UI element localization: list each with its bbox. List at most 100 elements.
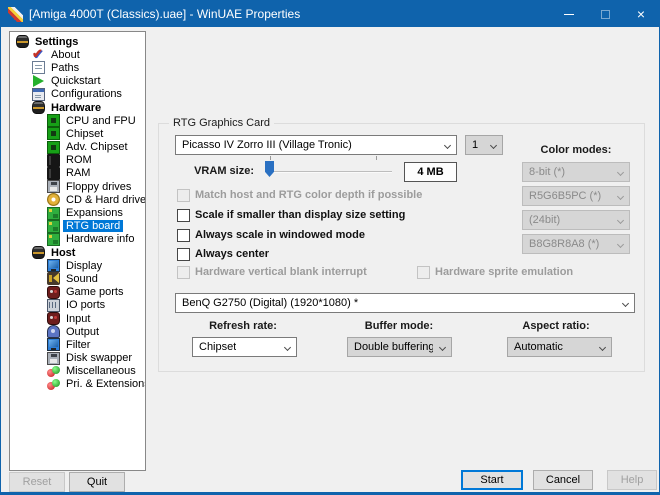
aspect-ratio-select[interactable]: Automatic	[507, 337, 612, 357]
output-icon	[47, 325, 60, 338]
checkbox-hardware-sprite-emulation: Hardware sprite emulation	[417, 265, 573, 279]
checkbox-label: Hardware vertical blank interrupt	[195, 266, 367, 278]
sidebar-item-label: CD & Hard drives	[63, 194, 146, 206]
minimize-icon	[564, 14, 574, 15]
checkbox-box	[177, 266, 190, 279]
chevron-down-icon	[622, 300, 629, 307]
checkbox-box[interactable]	[177, 209, 190, 222]
sidebar-item-sound[interactable]: Sound	[10, 272, 145, 285]
monitor-icon	[47, 338, 60, 351]
titlebar: [Amiga 4000T (Classics).uae] - WinUAE Pr…	[1, 1, 659, 27]
refresh-rate-select[interactable]: Chipset	[192, 337, 297, 357]
checkbox-label: Always center	[195, 248, 269, 260]
color-mode-value: 8-bit (*)	[529, 166, 565, 178]
sidebar-item-cpu-and-fpu[interactable]: CPU and FPU	[10, 114, 145, 127]
sidebar-item-about[interactable]: About	[10, 48, 145, 61]
checkbox-box[interactable]	[177, 248, 190, 261]
balls-icon	[47, 365, 60, 378]
sidebar-item-host[interactable]: Host	[10, 246, 145, 259]
start-button[interactable]: Start	[461, 470, 523, 490]
chevron-down-icon	[617, 169, 624, 176]
card-number-select[interactable]: 1	[465, 135, 503, 155]
sidebar-item-filter[interactable]: Filter	[10, 338, 145, 351]
sidebar-item-label: Hardware	[48, 102, 104, 114]
checkbox-label: Always scale in windowed mode	[195, 229, 365, 241]
chevron-down-icon	[490, 142, 497, 149]
sidebar-item-label: Paths	[48, 62, 82, 74]
sidebar-item-quickstart[interactable]: Quickstart	[10, 75, 145, 88]
sidebar-item-configurations[interactable]: Configurations	[10, 88, 145, 101]
color-mode-value: B8G8R8A8 (*)	[529, 238, 599, 250]
sidebar-item-pri-extensions[interactable]: Pri. & Extensions	[10, 378, 145, 391]
reset-button: Reset	[9, 472, 65, 492]
sidebar-item-floppy-drives[interactable]: Floppy drives	[10, 180, 145, 193]
monitor-icon	[47, 259, 60, 272]
sidebar-item-label: Input	[63, 313, 93, 325]
graphics-card-value: Picasso IV Zorro III (Village Tronic)	[182, 139, 352, 151]
color-mode-select-24bit: (24bit)	[522, 210, 630, 230]
sidebar-item-miscellaneous[interactable]: Miscellaneous	[10, 365, 145, 378]
color-mode-select-b8g8r8a8: B8G8R8A8 (*)	[522, 234, 630, 254]
checkbox-hardware-vertical-blank-interrupt: Hardware vertical blank interrupt	[177, 265, 367, 279]
vram-slider-track[interactable]	[266, 171, 392, 173]
close-button[interactable]: ×	[623, 1, 659, 27]
sidebar-item-label: Display	[63, 260, 105, 272]
card-number-value: 1	[472, 139, 478, 151]
sidebar-item-chipset[interactable]: Chipset	[10, 127, 145, 140]
buffer-mode-select[interactable]: Double buffering	[347, 337, 452, 357]
sidebar-item-game-ports[interactable]: Game ports	[10, 286, 145, 299]
sidebar-item-expansions[interactable]: Expansions	[10, 206, 145, 219]
checkbox-always-center[interactable]: Always center	[177, 247, 269, 261]
cancel-button[interactable]: Cancel	[533, 470, 593, 490]
aspect-ratio-label: Aspect ratio:	[496, 320, 616, 332]
checkbox-box	[417, 266, 430, 279]
checkbox-always-scale-in-windowed-mode[interactable]: Always scale in windowed mode	[177, 228, 365, 242]
vram-slider-thumb[interactable]	[265, 161, 274, 177]
sidebar-item-display[interactable]: Display	[10, 259, 145, 272]
sidebar-item-hardware[interactable]: Hardware	[10, 101, 145, 114]
monitor-select[interactable]: BenQ G2750 (Digital) (1920*1080) *	[175, 293, 635, 313]
sidebar-item-ram[interactable]: RAM	[10, 167, 145, 180]
sidebar-item-input[interactable]: Input	[10, 312, 145, 325]
sidebar-item-io-ports[interactable]: IO ports	[10, 299, 145, 312]
floppy-icon	[47, 180, 60, 193]
sidebar-item-label: Host	[48, 247, 78, 259]
sidebar-item-adv-chipset[interactable]: Adv. Chipset	[10, 141, 145, 154]
sidebar-item-label: RTG board	[63, 220, 123, 232]
winuae-app-icon	[8, 7, 23, 22]
sidebar-item-label: Output	[63, 326, 102, 338]
sidebar-item-rom[interactable]: ROM	[10, 154, 145, 167]
sidebar-item-disk-swapper[interactable]: Disk swapper	[10, 352, 145, 365]
sidebar-item-hardware-info[interactable]: Hardware info	[10, 233, 145, 246]
checkbox-scale-if-smaller-than-display-size-setting[interactable]: Scale if smaller than display size setti…	[177, 208, 405, 222]
sidebar-item-label: Quickstart	[48, 75, 104, 87]
graphics-card-select[interactable]: Picasso IV Zorro III (Village Tronic)	[175, 135, 457, 155]
sidebar-item-label: About	[48, 49, 83, 61]
help-button: Help	[607, 470, 657, 490]
gamepad-icon	[47, 286, 60, 299]
checkbox-box[interactable]	[177, 229, 190, 242]
sidebar-item-label: Floppy drives	[63, 181, 134, 193]
color-mode-select-8-bit: 8-bit (*)	[522, 162, 630, 182]
config-icon	[32, 88, 45, 101]
sound-icon	[47, 272, 60, 285]
quit-button[interactable]: Quit	[69, 472, 125, 492]
led-icon	[47, 127, 60, 140]
sidebar-item-cd-hard-drives[interactable]: CD & Hard drives	[10, 193, 145, 206]
sidebar-item-settings[interactable]: Settings	[10, 35, 145, 48]
checkbox-match-host-and-rtg-color-depth-if-possible: Match host and RTG color depth if possib…	[177, 188, 422, 202]
sidebar-item-paths[interactable]: Paths	[10, 61, 145, 74]
board-icon	[47, 207, 60, 220]
sidebar-item-rtg-board[interactable]: RTG board	[10, 220, 145, 233]
rtg-graphics-card-group: RTG Graphics Card Picasso IV Zorro III (…	[158, 123, 645, 372]
play-icon	[32, 75, 45, 88]
maximize-button	[587, 1, 623, 27]
sidebar-item-label: Adv. Chipset	[63, 141, 131, 153]
refresh-rate-label: Refresh rate:	[183, 320, 303, 332]
minimize-button[interactable]	[551, 1, 587, 27]
drum-icon	[32, 101, 45, 114]
slider-tick	[270, 156, 271, 160]
sidebar-item-output[interactable]: Output	[10, 325, 145, 338]
led-icon	[47, 141, 60, 154]
checkbox-label: Hardware sprite emulation	[435, 266, 573, 278]
